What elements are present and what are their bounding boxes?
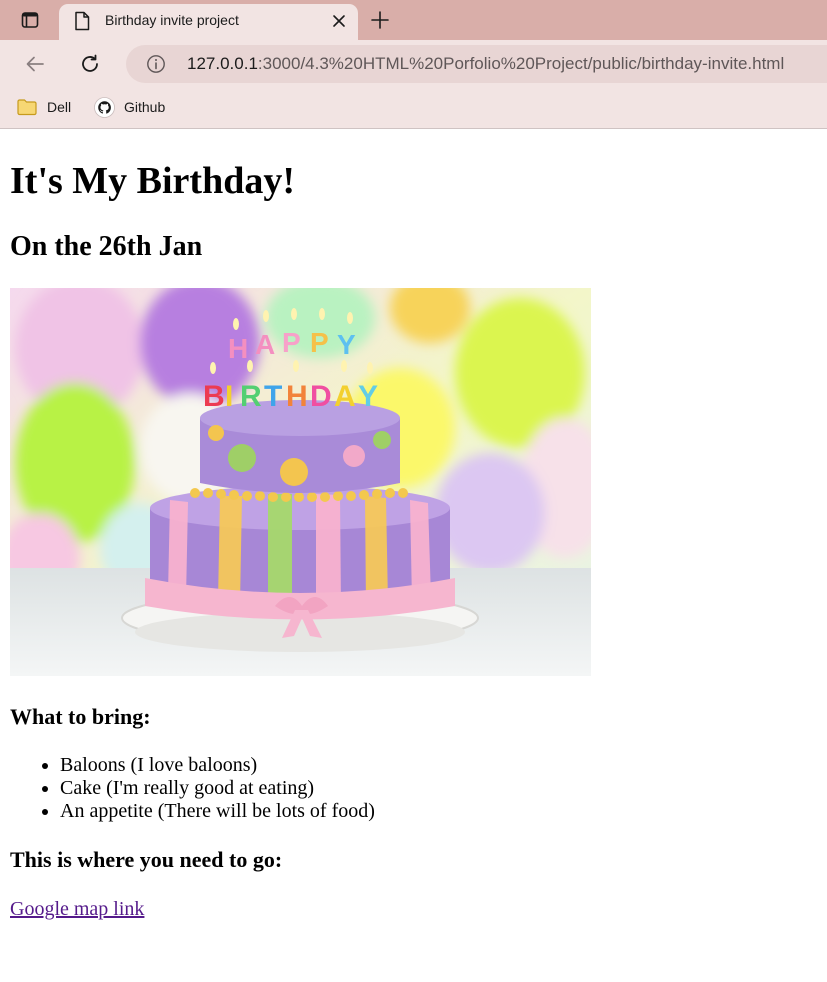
svg-text:Y: Y [337, 329, 356, 360]
google-map-link[interactable]: Google map link [10, 897, 144, 921]
where-to-go-heading: This is where you need to go: [10, 847, 283, 872]
url-text[interactable]: 127.0.0.1:3000/4.3%20HTML%20Porfolio%20P… [187, 45, 784, 83]
plus-icon [371, 11, 389, 29]
list-item: Baloons (I love baloons) [60, 754, 375, 777]
svg-text:I: I [225, 380, 233, 413]
bring-list: Baloons (I love baloons) Cake (I'm reall… [0, 754, 375, 823]
what-to-bring-heading: What to bring: [10, 704, 151, 729]
close-icon [333, 15, 345, 27]
address-bar[interactable]: 127.0.0.1:3000/4.3%20HTML%20Porfolio%20P… [126, 45, 827, 83]
url-host: 127.0.0.1 [187, 54, 258, 73]
svg-text:P: P [310, 327, 329, 358]
svg-text:Y: Y [358, 380, 378, 413]
page-title: It's My Birthday! [10, 160, 295, 202]
svg-text:B: B [203, 380, 225, 413]
svg-text:A: A [334, 380, 356, 413]
tab-close-button[interactable] [328, 10, 350, 32]
svg-text:H: H [286, 380, 308, 413]
list-item: Cake (I'm really good at eating) [60, 777, 375, 800]
reload-button[interactable] [74, 48, 106, 80]
active-tab[interactable]: Birthday invite project [59, 4, 358, 40]
bookmark-label: Github [124, 99, 166, 115]
svg-text:P: P [282, 327, 301, 358]
info-icon[interactable] [146, 54, 166, 74]
url-path: :3000/4.3%20HTML%20Porfolio%20Project/pu… [257, 54, 785, 73]
new-tab-button[interactable] [366, 6, 394, 34]
tab-title: Birthday invite project [105, 12, 239, 28]
bookmarks-bar: Dell Github [0, 88, 827, 129]
tab-strip: Birthday invite project [0, 0, 827, 40]
bookmark-label: Dell [47, 99, 72, 115]
tab-actions-icon [21, 12, 39, 28]
svg-text:R: R [240, 380, 262, 413]
birthday-cake-image: H A P P Y B I R T H D A Y [10, 288, 591, 676]
arrow-left-icon [26, 56, 44, 72]
folder-icon [16, 96, 38, 118]
tab-actions-button[interactable] [8, 4, 52, 36]
reload-icon [82, 54, 98, 72]
browser-toolbar: 127.0.0.1:3000/4.3%20HTML%20Porfolio%20P… [0, 40, 827, 88]
list-item: An appetite (There will be lots of food) [60, 800, 375, 823]
bookmark-dell[interactable]: Dell [16, 96, 71, 118]
page-icon [75, 11, 90, 31]
back-button[interactable] [19, 48, 51, 80]
svg-text:T: T [264, 380, 282, 413]
svg-text:H: H [228, 333, 248, 364]
bookmark-github[interactable]: Github [93, 96, 165, 118]
date-heading: On the 26th Jan [10, 231, 203, 262]
github-icon [93, 96, 115, 118]
svg-text:D: D [310, 380, 332, 413]
svg-text:A: A [255, 329, 275, 360]
